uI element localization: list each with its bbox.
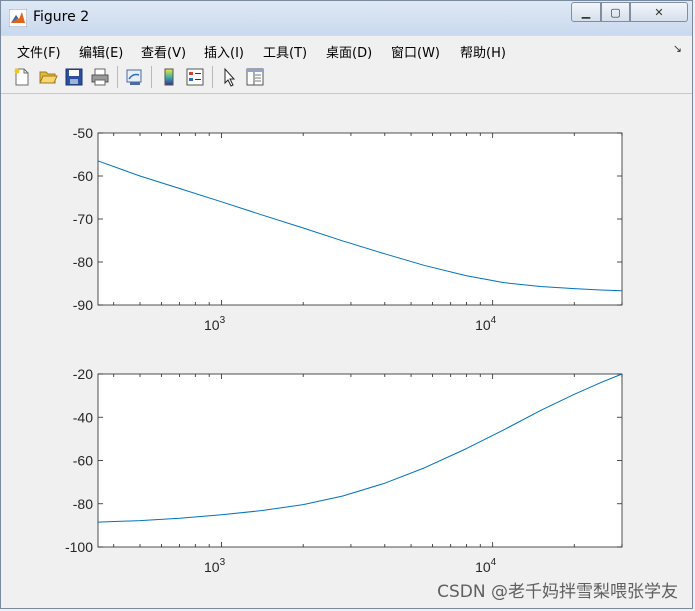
menu-window[interactable]: 窗口(W) (391, 42, 440, 61)
title-bar[interactable]: Figure 2 ▁ ▢ ✕ (1, 1, 692, 35)
y-tick-label: -70 (73, 211, 93, 227)
property-inspector-icon[interactable] (245, 67, 265, 87)
y-tick-label: -40 (73, 409, 93, 425)
plot-area (97, 132, 623, 306)
close-button[interactable]: ✕ (630, 2, 688, 22)
menu-edit[interactable]: 编辑(E) (79, 42, 123, 61)
menu-tools[interactable]: 工具(T) (263, 42, 307, 61)
matlab-logo-icon (9, 9, 27, 27)
figure-window: Figure 2 ▁ ▢ ✕ 文件(F) 编辑(E) 查看(V) 插入(I) 工… (0, 0, 693, 609)
x-tick-label: 104 (475, 315, 497, 333)
plot-area (97, 373, 623, 548)
menu-bar: 文件(F) 编辑(E) 查看(V) 插入(I) 工具(T) 桌面(D) 窗口(W… (1, 35, 692, 62)
dock-arrow-icon[interactable]: ↘ (673, 42, 682, 55)
axes-2: -20 -40 -60 -80 -100 103 104 (65, 366, 623, 575)
toolbar-separator (117, 66, 118, 88)
minimize-button[interactable]: ▁ (571, 2, 601, 22)
figure-canvas: -50 -60 -70 -80 -90 103 104 -20 -40 -60 -80 -100 103… (1, 94, 692, 606)
plots-svg: -50 -60 -70 -80 -90 103 104 -20 -40 -60 -80 -100 103… (65, 125, 623, 575)
menu-insert[interactable]: 插入(I) (204, 42, 244, 61)
maximize-button[interactable]: ▢ (601, 2, 630, 22)
menu-view[interactable]: 查看(V) (141, 42, 186, 61)
new-figure-icon[interactable] (12, 67, 32, 87)
x-tick-label: 103 (204, 557, 226, 575)
x-tick-label: 103 (204, 315, 226, 333)
menu-file[interactable]: 文件(F) (17, 42, 61, 61)
save-icon[interactable] (64, 67, 84, 87)
pointer-icon[interactable] (220, 67, 240, 87)
print-icon[interactable] (90, 67, 110, 87)
y-tick-label: -50 (73, 125, 93, 141)
menu-desktop[interactable]: 桌面(D) (326, 42, 372, 61)
x-tick-label: 104 (475, 557, 497, 575)
close-icon: ✕ (654, 5, 664, 19)
axes-1: -50 -60 -70 -80 -90 103 104 (73, 125, 623, 333)
colorbar-icon[interactable] (159, 67, 179, 87)
legend-icon[interactable] (185, 67, 205, 87)
y-tick-label: -20 (73, 366, 93, 382)
y-tick-label: -100 (65, 539, 93, 555)
y-tick-label: -90 (73, 297, 93, 313)
y-tick-label: -60 (73, 453, 93, 469)
toolbar-separator (212, 66, 213, 88)
toolbar-separator (151, 66, 152, 88)
link-plot-icon[interactable] (124, 67, 144, 87)
window-title: Figure 2 (33, 9, 90, 25)
y-tick-label: -80 (73, 496, 93, 512)
y-tick-label: -60 (73, 168, 93, 184)
menu-help[interactable]: 帮助(H) (460, 42, 506, 61)
open-file-icon[interactable] (38, 67, 58, 87)
y-tick-label: -80 (73, 254, 93, 270)
watermark-text: CSDN @老千妈拌雪梨喂张学友 (437, 582, 678, 602)
maximize-icon: ▢ (610, 5, 621, 19)
toolbar (1, 61, 692, 94)
minimize-icon: ▁ (581, 5, 591, 19)
